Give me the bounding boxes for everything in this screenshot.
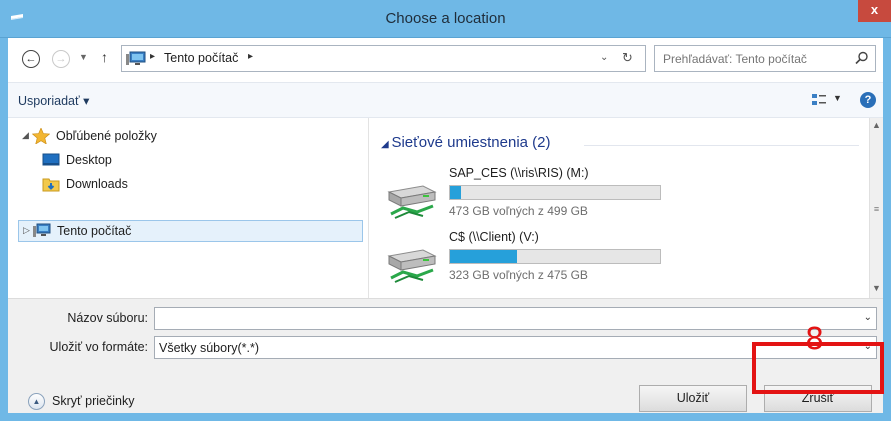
help-icon[interactable]: ?: [860, 92, 876, 108]
title-bar: Choose a location x: [0, 0, 891, 38]
computer-icon: [33, 223, 51, 237]
search-input[interactable]: [655, 46, 845, 71]
drive-item[interactable]: C$ (\\Client) (V:) 323 GB voľných z 475 …: [383, 230, 703, 290]
filename-field[interactable]: ⌄: [154, 307, 877, 330]
scroll-down-icon[interactable]: ▼: [872, 283, 881, 293]
star-icon: [32, 128, 50, 144]
window-title: Choose a location: [385, 10, 506, 27]
scroll-thumb[interactable]: ≡: [872, 204, 881, 226]
navigation-pane: ◢ Obľúbené položky Desktop Downloads ▷ T…: [8, 118, 368, 298]
search-icon[interactable]: [855, 51, 869, 65]
network-drive-icon: [387, 249, 437, 283]
drive-free-space: 473 GB voľných z 499 GB: [449, 204, 588, 218]
address-bar[interactable]: ▸ Tento počítač ▸ ⌄ ↻: [121, 45, 646, 72]
vertical-scrollbar[interactable]: ▲ ≡ ▼: [869, 118, 883, 298]
filename-label: Názov súboru:: [67, 311, 148, 325]
nav-item-this-pc[interactable]: ▷ Tento počítač: [18, 220, 363, 242]
content-pane: ◢ Sieťové umiestnenia (2) SAP_CES (\\ris…: [369, 118, 869, 298]
drive-usage-bar: [449, 249, 661, 264]
group-divider: [584, 145, 859, 146]
save-button[interactable]: Uložiť: [639, 385, 747, 412]
drive-usage-fill: [450, 250, 518, 263]
filetype-label: Uložiť vo formáte:: [49, 340, 148, 354]
collapse-icon[interactable]: ◢: [381, 139, 391, 150]
breadcrumb-separator: ▸: [150, 51, 156, 62]
drive-usage-bar: [449, 185, 661, 200]
address-dropdown-icon[interactable]: ⌄: [600, 52, 608, 63]
downloads-folder-icon: [42, 178, 60, 192]
nav-item-favorites[interactable]: ◢ Obľúbené položky: [22, 126, 322, 148]
hide-folders-label: Skryť priečinky: [52, 394, 135, 408]
view-dropdown-icon[interactable]: ▼: [833, 93, 842, 103]
chevron-up-icon: ▲: [28, 393, 45, 410]
drive-free-space: 323 GB voľných z 475 GB: [449, 268, 588, 282]
expand-icon[interactable]: ▷: [23, 225, 30, 236]
address-row: ← → ▼ ↑ ▸ Tento počítač ▸ ⌄ ↻: [8, 38, 883, 82]
organize-menu[interactable]: Usporiadať ▾: [18, 93, 89, 108]
nav-item-downloads[interactable]: Downloads: [22, 174, 322, 196]
group-header-label: Sieťové umiestnenia (2): [391, 134, 551, 151]
collapse-icon[interactable]: ◢: [22, 130, 29, 141]
breadcrumb-separator[interactable]: ▸: [248, 51, 253, 62]
scroll-up-icon[interactable]: ▲: [872, 120, 881, 130]
search-box[interactable]: [654, 45, 876, 72]
filename-input[interactable]: [155, 308, 876, 329]
annotation-highlight-box: [752, 342, 884, 394]
breadcrumb-this-pc[interactable]: Tento počítač: [164, 51, 238, 65]
desktop-icon: [42, 153, 60, 166]
drive-name: SAP_CES (\\ris\RIS) (M:): [449, 166, 589, 180]
network-drive-icon: [387, 185, 437, 219]
drive-name: C$ (\\Client) (V:): [449, 230, 539, 244]
command-bar: Usporiadať ▾ ▼ ?: [8, 82, 883, 118]
chevron-down-icon[interactable]: ⌄: [864, 312, 872, 323]
forward-button[interactable]: →: [52, 50, 70, 68]
drive-item[interactable]: SAP_CES (\\ris\RIS) (M:) 473 GB voľných …: [383, 166, 703, 226]
recent-locations-dropdown[interactable]: ▼: [79, 52, 88, 62]
back-button[interactable]: ←: [22, 50, 40, 68]
close-button[interactable]: x: [858, 0, 891, 22]
filetype-value: Všetky súbory(*.*): [159, 341, 260, 355]
refresh-icon[interactable]: ↻: [622, 50, 633, 66]
group-header-network-locations[interactable]: ◢ Sieťové umiestnenia (2): [381, 134, 551, 151]
computer-icon: [126, 51, 146, 65]
nav-item-label: Desktop: [66, 153, 112, 167]
drive-usage-fill: [450, 186, 461, 199]
nav-item-label: Downloads: [66, 177, 128, 191]
nav-item-desktop[interactable]: Desktop: [22, 150, 322, 172]
up-button[interactable]: ↑: [101, 49, 108, 65]
nav-item-label: Obľúbené položky: [56, 129, 157, 143]
view-options-icon[interactable]: [811, 92, 827, 108]
nav-item-label: Tento počítač: [57, 224, 132, 238]
